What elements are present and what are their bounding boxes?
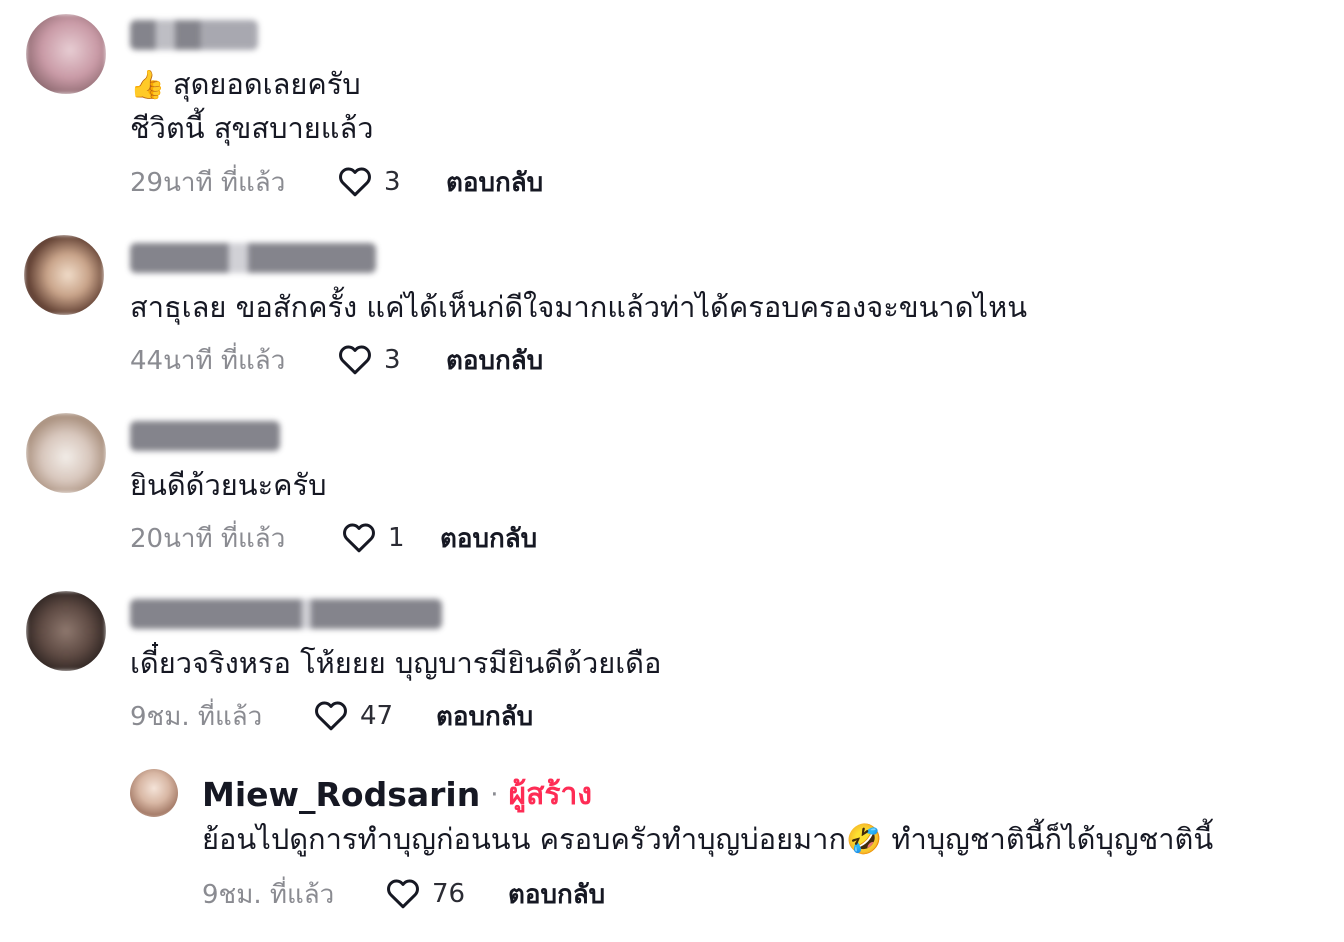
comment-meta: 20นาที ที่แล้ว 1 ตอบกลับ — [130, 518, 537, 558]
heart-outline-icon — [343, 523, 375, 553]
avatar[interactable] — [24, 235, 104, 315]
like-count: 47 — [360, 701, 394, 731]
like-button[interactable]: 76 — [384, 876, 508, 912]
avatar[interactable] — [26, 413, 106, 493]
like-button[interactable]: 1 — [340, 520, 440, 556]
timestamp: 9ชม. ที่แล้ว — [130, 701, 263, 732]
reply-button[interactable]: ตอบกลับ — [446, 162, 543, 203]
like-count: 76 — [432, 879, 466, 909]
thumbs-up-emoji: 👍 — [130, 68, 165, 101]
comment-text: ยินดีด้วยนะครับ — [130, 468, 327, 502]
timestamp: 44นาที ที่แล้ว — [130, 345, 286, 376]
comment-item: เดี๋ยวจริงหรอ โห้ยยย บุญบารมียินดีด้วยเด… — [0, 561, 1344, 739]
avatar[interactable] — [26, 591, 106, 671]
heart-outline-icon — [387, 879, 419, 909]
creator-username[interactable]: Miew_Rodsarin — [202, 775, 480, 814]
avatar[interactable] — [26, 14, 106, 94]
like-count: 3 — [384, 167, 401, 197]
creator-name-row: Miew_Rodsarin · ผู้สร้าง — [202, 771, 592, 818]
comment-meta: 44นาที ที่แล้ว 3 ตอบกลับ — [130, 340, 543, 380]
like-button[interactable]: 3 — [336, 342, 446, 378]
like-button[interactable]: 47 — [312, 698, 436, 734]
username-blurred[interactable] — [130, 243, 376, 277]
timestamp: 9ชม. ที่แล้ว — [202, 879, 335, 910]
creator-reply-item: Miew_Rodsarin · ผู้สร้าง ย้อนไปดูการทำบุ… — [0, 739, 1344, 939]
comment-item: 👍 สุดยอดเลยครับ ชีวิตนี้ สุขสบายแล้ว 29นา… — [0, 0, 1344, 205]
creator-reply-text: ย้อนไปดูการทำบุญก่อนนน ครอบครัวทำบุญบ่อย… — [202, 822, 1214, 856]
creator-badge: ผู้สร้าง — [508, 777, 592, 812]
like-count: 1 — [388, 523, 405, 553]
comment-text: เดี๋ยวจริงหรอ โห้ยยย บุญบารมียินดีด้วยเด… — [130, 646, 662, 680]
creator-avatar[interactable] — [130, 769, 178, 817]
comment-text-line-2: ชีวิตนี้ สุขสบายแล้ว — [130, 111, 374, 145]
comment-meta: 29นาที ที่แล้ว 3 ตอบกลับ — [130, 162, 543, 202]
reply-button[interactable]: ตอบกลับ — [446, 340, 543, 381]
username-blurred[interactable] — [130, 421, 280, 455]
reply-button[interactable]: ตอบกลับ — [508, 874, 605, 915]
timestamp: 20นาที ที่แล้ว — [130, 523, 286, 554]
creator-reply-meta: 9ชม. ที่แล้ว 76 ตอบกลับ — [202, 874, 605, 914]
username-blurred[interactable] — [130, 20, 258, 54]
timestamp: 29นาที ที่แล้ว — [130, 167, 286, 198]
like-button[interactable]: 3 — [336, 164, 446, 200]
heart-outline-icon — [315, 701, 347, 731]
like-count: 3 — [384, 345, 401, 375]
separator-dot: · — [490, 779, 499, 810]
comment-text: สาธุเลย ขอสักครั้ง แค่ได้เห็นก่ดีใจมากแล… — [130, 290, 1028, 324]
comment-item: ยินดีด้วยนะครับ 20นาที ที่แล้ว 1 ตอบกลับ — [0, 383, 1344, 561]
comment-item: สาธุเลย ขอสักครั้ง แค่ได้เห็นก่ดีใจมากแล… — [0, 205, 1344, 383]
comment-meta: 9ชม. ที่แล้ว 47 ตอบกลับ — [130, 696, 533, 736]
username-blurred[interactable] — [130, 599, 442, 633]
reply-button[interactable]: ตอบกลับ — [436, 696, 533, 737]
reply-button[interactable]: ตอบกลับ — [440, 518, 537, 559]
heart-outline-icon — [339, 167, 371, 197]
comment-text: 👍 สุดยอดเลยครับ — [130, 62, 361, 107]
heart-outline-icon — [339, 345, 371, 375]
